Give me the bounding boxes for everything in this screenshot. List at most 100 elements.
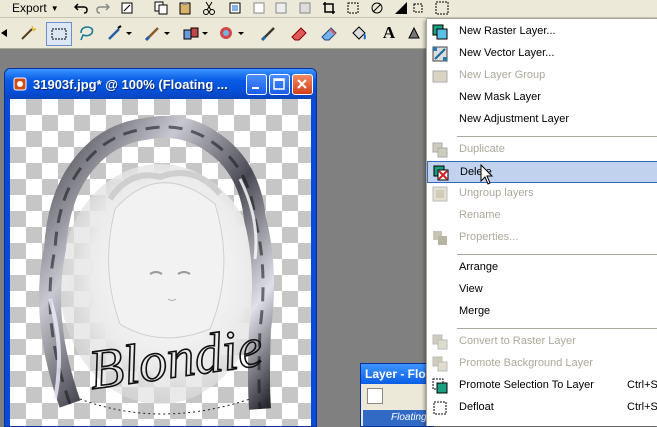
menu-item-label: Arrange bbox=[459, 261, 499, 273]
menu-item-label: New Vector Layer... bbox=[459, 47, 555, 59]
menu-item-shortcut: Ctrl+S bbox=[627, 401, 657, 413]
redo-icon[interactable] bbox=[94, 0, 112, 16]
menu-item-label: View bbox=[459, 283, 483, 295]
menu-item-view[interactable]: View bbox=[427, 279, 657, 301]
artwork-image: Blondie bbox=[39, 115, 275, 415]
menu-item-label: New Layer Group bbox=[459, 69, 546, 81]
eraser-icon[interactable] bbox=[288, 23, 310, 43]
layer-visibility-icon[interactable] bbox=[367, 388, 383, 404]
menu-separator bbox=[457, 254, 657, 255]
menu-item-label: New Mask Layer bbox=[459, 91, 541, 103]
menu-item-defloat[interactable]: Defloat Ctrl+S bbox=[427, 397, 657, 419]
menu-item-promote-background-layer: Promote Background Layer bbox=[427, 353, 657, 375]
menu-item-delete[interactable]: Delete bbox=[427, 161, 657, 183]
color-replacer-icon[interactable] bbox=[216, 23, 246, 43]
raster-layer-icon bbox=[432, 24, 448, 40]
background-eraser-icon[interactable] bbox=[318, 23, 340, 43]
menu-item-new-layer-group: New Layer Group bbox=[427, 65, 657, 87]
delete-layer-icon bbox=[433, 165, 449, 181]
export-label: Export bbox=[12, 1, 47, 15]
paste-transparent-icon[interactable] bbox=[272, 0, 290, 16]
export-menu-button[interactable]: Export ▼ bbox=[0, 0, 59, 16]
chevron-down-icon: ▼ bbox=[50, 3, 59, 13]
menu-item-duplicate: Duplicate bbox=[427, 139, 657, 161]
crop-icon[interactable] bbox=[320, 0, 338, 16]
menu-item-label: Convert to Raster Layer bbox=[459, 335, 576, 347]
promote-selection-icon bbox=[432, 378, 448, 394]
maximize-button[interactable] bbox=[269, 74, 290, 95]
close-button[interactable] bbox=[292, 74, 313, 95]
menu-item-label: New Adjustment Layer bbox=[459, 113, 570, 125]
minimize-icon bbox=[252, 87, 259, 89]
menu-item-properties: Properties... bbox=[427, 227, 657, 249]
menu-item-label: Promote Background Layer bbox=[459, 357, 593, 369]
text-tool-icon[interactable]: A bbox=[378, 23, 400, 43]
defloat-icon bbox=[432, 400, 448, 416]
properties-icon bbox=[432, 230, 448, 246]
menu-item-shortcut: Ctrl+S bbox=[627, 379, 657, 391]
convert-raster-icon bbox=[432, 334, 448, 350]
text-tool-glyph: A bbox=[382, 23, 396, 42]
cut-icon[interactable] bbox=[200, 0, 218, 16]
menu-item-arrange[interactable]: Arrange bbox=[427, 257, 657, 279]
menu-item-label: Merge bbox=[459, 305, 491, 317]
paste-selection-icon[interactable] bbox=[250, 0, 268, 16]
menu-item-label: Properties... bbox=[459, 231, 519, 243]
document-title: 31903f.jpg* @ 100% (Floating ... bbox=[33, 77, 228, 92]
scratch-remover-icon[interactable] bbox=[258, 23, 280, 43]
layer-row-floating-selection[interactable]: Floating Selection bbox=[363, 410, 433, 426]
menu-item-ungroup-layers: Ungroup layers bbox=[427, 183, 657, 205]
clone-brush-icon[interactable] bbox=[180, 23, 210, 43]
menu-separator bbox=[457, 136, 657, 137]
layers-context-menu: New Raster Layer... New Vector Layer... … bbox=[426, 18, 657, 426]
pan-arrow-icon[interactable] bbox=[0, 24, 10, 42]
promote-background-icon bbox=[432, 356, 448, 372]
clear-icon[interactable] bbox=[296, 0, 314, 16]
select-all-icon[interactable] bbox=[344, 0, 362, 16]
preset-shape-icon[interactable] bbox=[404, 23, 424, 43]
layer-group-icon bbox=[432, 68, 448, 84]
dropper-icon[interactable] bbox=[104, 23, 134, 43]
duplicate-icon bbox=[432, 142, 448, 158]
menu-item-label: Ungroup layers bbox=[459, 187, 534, 199]
maximize-icon bbox=[273, 78, 285, 90]
flood-fill-icon[interactable] bbox=[348, 23, 370, 43]
layer-palette: Layer - Floa Floating Selection bbox=[360, 363, 437, 427]
document-title-bar[interactable]: 31903f.jpg* @ 100% (Floating ... bbox=[5, 69, 316, 99]
menu-item-label: Duplicate bbox=[459, 143, 505, 155]
ungroup-icon bbox=[432, 186, 448, 202]
menu-item-new-mask-layer[interactable]: New Mask Layer bbox=[427, 87, 657, 109]
menu-separator bbox=[457, 328, 657, 329]
floating-selection-icon[interactable] bbox=[434, 0, 450, 16]
paste-layer-icon[interactable] bbox=[226, 0, 244, 16]
select-none-icon[interactable] bbox=[368, 0, 386, 16]
magic-wand-icon[interactable] bbox=[18, 23, 38, 43]
menu-item-label: Promote Selection To Layer bbox=[459, 379, 594, 391]
menu-item-new-adjustment-layer[interactable]: New Adjustment Layer bbox=[427, 109, 657, 131]
menu-item-label: Defloat bbox=[459, 401, 494, 413]
minimize-button[interactable] bbox=[246, 74, 267, 95]
image-canvas[interactable]: Blondie bbox=[10, 99, 311, 426]
menu-item-label: Rename bbox=[459, 209, 501, 221]
menu-item-new-raster-layer[interactable]: New Raster Layer... bbox=[427, 21, 657, 43]
menu-item-rename: Rename bbox=[427, 205, 657, 227]
menu-item-label: New Raster Layer... bbox=[459, 25, 556, 37]
paste-icon[interactable] bbox=[176, 0, 194, 16]
freehand-selection-icon[interactable] bbox=[76, 23, 98, 43]
repeat-icon[interactable] bbox=[118, 0, 136, 16]
document-icon[interactable] bbox=[13, 77, 27, 91]
close-icon bbox=[297, 79, 307, 89]
vector-layer-icon bbox=[432, 46, 448, 62]
copy-icon[interactable] bbox=[152, 0, 170, 16]
menu-item-convert-to-raster-layer: Convert to Raster Layer bbox=[427, 331, 657, 353]
mouse-cursor-icon bbox=[480, 163, 494, 186]
menu-item-promote-selection-to-layer[interactable]: Promote Selection To Layer Ctrl+S bbox=[427, 375, 657, 397]
float-icon[interactable] bbox=[412, 0, 428, 16]
selection-tool-icon[interactable] bbox=[46, 22, 72, 46]
document-window: 31903f.jpg* @ 100% (Floating ... Blondie bbox=[4, 68, 317, 427]
menu-item-new-vector-layer[interactable]: New Vector Layer... bbox=[427, 43, 657, 65]
paint-brush-icon[interactable] bbox=[142, 23, 172, 43]
invert-selection-icon[interactable] bbox=[392, 0, 410, 16]
undo-icon[interactable] bbox=[72, 0, 90, 16]
menu-item-merge[interactable]: Merge bbox=[427, 301, 657, 323]
